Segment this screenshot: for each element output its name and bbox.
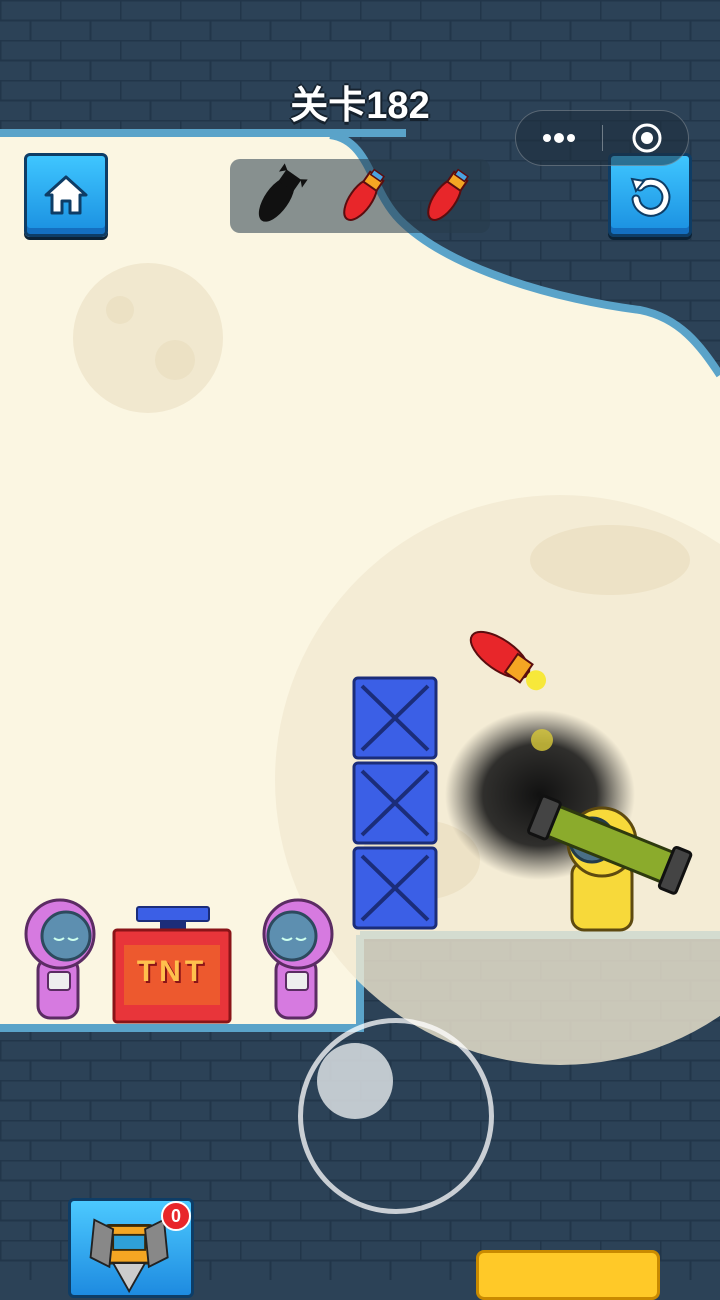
blue-crate: [352, 761, 438, 845]
blue-crate-stack: [352, 676, 438, 930]
restart-icon: [630, 177, 671, 217]
ammo-slot-available: [414, 163, 480, 229]
ammo-slot-available: [330, 163, 396, 229]
rocket-icon: [343, 168, 386, 221]
rocket-silhouette-icon: [258, 163, 308, 222]
ammo-slot-used: [246, 163, 312, 229]
more-dots-icon: [543, 133, 575, 143]
rocket-icon: [427, 168, 470, 221]
moon-decoration: [73, 263, 223, 413]
tnt-label: TNT: [136, 955, 208, 988]
joystick-ring[interactable]: [298, 1018, 494, 1214]
ammo-panel: [230, 159, 490, 233]
miniprogram-capsule: [515, 110, 689, 166]
more-button[interactable]: [516, 111, 602, 165]
joystick-knob[interactable]: [317, 1043, 393, 1119]
home-button[interactable]: [24, 153, 108, 237]
capsule-divider: [602, 125, 603, 151]
home-icon: [44, 175, 88, 215]
yellow-action-button[interactable]: [476, 1250, 660, 1300]
blue-crate: [352, 676, 438, 760]
close-miniprogram-button[interactable]: [604, 111, 690, 165]
target-close-icon: [632, 123, 662, 153]
powerup-count-badge: 0: [161, 1201, 191, 1231]
blue-crate: [352, 846, 438, 930]
